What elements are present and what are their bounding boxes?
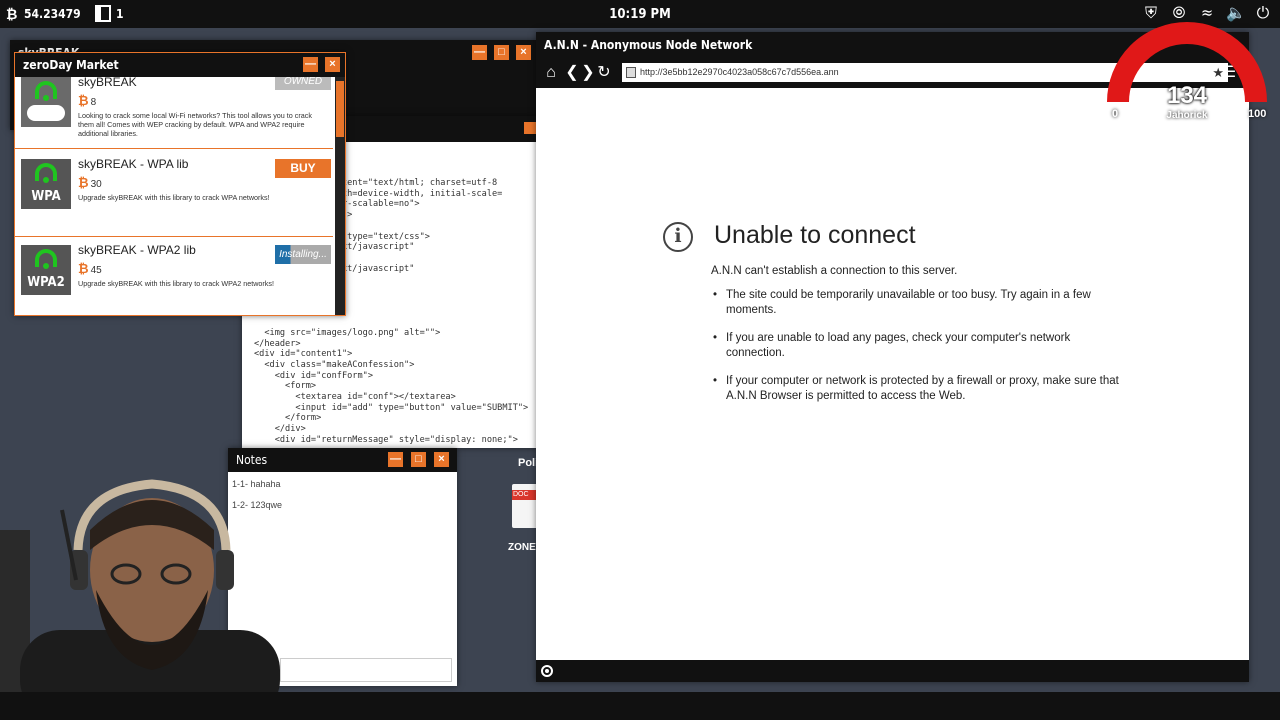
- market-list: skyBREAK ₿ 8 Looking to crack some local …: [15, 77, 333, 315]
- notification-count: 1: [116, 7, 124, 21]
- window-button[interactable]: [524, 122, 536, 134]
- broadcast-icon[interactable]: ⦾: [1170, 4, 1188, 22]
- clock: 10:19 PM: [609, 7, 671, 22]
- volume-icon[interactable]: 🔈: [1226, 4, 1246, 22]
- bitcoin-icon: ₿: [78, 261, 89, 276]
- installing-progress: Installing...: [275, 245, 331, 264]
- suggestion-item: If you are unable to load any pages, che…: [711, 331, 1121, 361]
- buy-button[interactable]: BUY: [275, 159, 331, 178]
- wifi-icon: [21, 77, 71, 127]
- market-title: zeroDay Market: [15, 53, 345, 77]
- notes-book-icon[interactable]: [95, 5, 111, 22]
- suggestion-item: If your computer or network is protected…: [711, 374, 1121, 404]
- market-item-wpa[interactable]: WPA skyBREAK - WPA lib ₿ 30 Upgrade skyBR…: [15, 151, 333, 237]
- item-name: skyBREAK: [78, 77, 137, 89]
- close-button[interactable]: ×: [516, 45, 531, 60]
- wifi-icon[interactable]: ≈: [1198, 4, 1216, 22]
- taskbar: ₿ 54.23479 1 10:19 PM ⛨ ⦾ ≈ 🔈 ⏻: [0, 0, 1280, 28]
- market-window: zeroDay Market — × skyBREAK ₿ 8 Looking t…: [14, 52, 346, 316]
- bitcoin-icon: ₿: [78, 175, 89, 190]
- scrollbar-thumb[interactable]: [336, 81, 344, 137]
- close-button[interactable]: ×: [325, 57, 340, 72]
- webcam-overlay: [0, 470, 310, 720]
- info-icon: i: [663, 222, 693, 252]
- gauge-user: Jahorick: [1166, 110, 1208, 121]
- close-button[interactable]: ×: [434, 452, 449, 467]
- shield-icon[interactable]: ⛨: [1142, 4, 1160, 22]
- power-icon[interactable]: ⏻: [1254, 4, 1272, 22]
- maximize-button[interactable]: □: [411, 452, 426, 467]
- score-gauge: 134 Jahorick 0 100: [1102, 22, 1272, 124]
- document-icon[interactable]: DOC: [512, 484, 538, 528]
- home-icon[interactable]: ⌂: [541, 64, 561, 82]
- reload-icon[interactable]: ↻: [594, 64, 614, 82]
- browser-statusbar: [536, 660, 1249, 682]
- item-price: ₿ 45: [78, 261, 102, 276]
- gauge-max: 100: [1248, 108, 1267, 120]
- item-description: Upgrade skyBREAK with this library to cr…: [78, 193, 270, 202]
- market-scrollbar[interactable]: [335, 77, 345, 315]
- browser-window: A.N.N - Anonymous Node Network ⌂ ❮ ❯ ↻ h…: [536, 32, 1249, 682]
- error-suggestions: The site could be temporarily unavailabl…: [711, 288, 1121, 417]
- gauge-value: 134: [1166, 82, 1208, 109]
- bottom-strip: [0, 692, 1280, 720]
- doc-tag: DOC: [512, 490, 538, 500]
- item-description: Upgrade skyBREAK with this library to cr…: [78, 279, 274, 288]
- gauge-min: 0: [1112, 108, 1119, 120]
- streamer-image: [0, 479, 280, 720]
- item-name: skyBREAK - WPA lib: [78, 157, 189, 171]
- item-description: Looking to crack some local Wi-Fi networ…: [78, 111, 312, 138]
- balance: 54.23479: [24, 7, 81, 21]
- item-price: ₿ 30: [78, 175, 102, 190]
- suggestion-item: The site could be temporarily unavailabl…: [711, 288, 1121, 318]
- minimize-button[interactable]: —: [472, 45, 487, 60]
- error-title: Unable to connect: [714, 221, 916, 249]
- url-text: http://3e5bb12e2970c4023a058c67c7d556ea.…: [640, 67, 839, 77]
- minimize-button[interactable]: —: [303, 57, 318, 72]
- wifi-wpa-icon: WPA: [21, 159, 71, 209]
- item-price: ₿ 8: [78, 93, 97, 108]
- maximize-button[interactable]: □: [494, 45, 509, 60]
- minimize-button[interactable]: —: [388, 452, 403, 467]
- owned-badge: OWNED: [275, 77, 331, 90]
- bitcoin-icon: ₿: [78, 93, 89, 108]
- system-tray: ⛨ ⦾ ≈ 🔈 ⏻: [1142, 4, 1272, 22]
- lock-icon: [626, 67, 636, 78]
- market-item-skybreak[interactable]: skyBREAK ₿ 8 Looking to crack some local …: [15, 77, 333, 149]
- error-subtitle: A.N.N can't establish a connection to th…: [711, 265, 958, 277]
- market-item-wpa2[interactable]: WPA2 skyBREAK - WPA2 lib ₿ 45 Upgrade sky…: [15, 237, 333, 315]
- status-indicator-icon: [541, 665, 553, 677]
- bitcoin-icon: ₿: [6, 7, 18, 23]
- wifi-wpa2-icon: WPA2: [21, 245, 71, 295]
- item-name: skyBREAK - WPA2 lib: [78, 243, 196, 257]
